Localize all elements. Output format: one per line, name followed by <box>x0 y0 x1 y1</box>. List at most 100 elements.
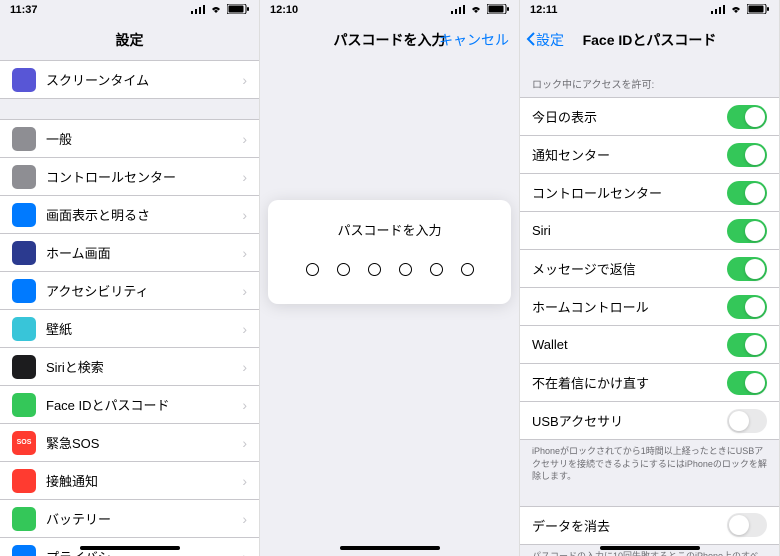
toggle-cell[interactable]: ホームコントロール <box>520 288 779 326</box>
signal-icon <box>191 4 205 17</box>
toggle-switch[interactable] <box>727 333 767 357</box>
cell-icon <box>12 393 36 417</box>
cell-label: バッテリー <box>46 509 242 528</box>
allow-access-list: 今日の表示通知センターコントロールセンター Siri メッセージで返信ホームコントロ… <box>520 97 779 440</box>
erase-toggle[interactable] <box>727 513 767 537</box>
settings-cell[interactable]: Siriと検索› <box>0 348 259 386</box>
signal-icon <box>711 4 725 17</box>
cell-icon <box>12 68 36 92</box>
cell-label: Siriと検索 <box>46 357 242 376</box>
settings-cell[interactable]: コントロールセンター› <box>0 158 259 196</box>
cell-label: コントロールセンター <box>46 167 242 186</box>
status-bar: 12:10 <box>260 0 519 20</box>
cell-label: Siri <box>532 223 727 238</box>
status-bar: 11:37 <box>0 0 259 20</box>
passcode-dot <box>337 263 350 276</box>
cell-icon: SOS <box>12 431 36 455</box>
settings-cell[interactable]: 壁紙› <box>0 310 259 348</box>
cell-label: Face IDとパスコード <box>46 395 242 414</box>
passcode-card: パスコードを入力 <box>268 200 511 304</box>
toggle-switch[interactable] <box>727 143 767 167</box>
chevron-right-icon: › <box>242 245 247 261</box>
nav-bar: 設定 <box>0 20 259 60</box>
cell-icon <box>12 469 36 493</box>
toggle-switch[interactable] <box>727 257 767 281</box>
home-indicator[interactable] <box>340 546 440 550</box>
settings-list[interactable]: スクリーンタイム›一般›コントロールセンター›画面表示と明るさ›ホーム画面›アク… <box>0 60 259 556</box>
cell-icon <box>12 279 36 303</box>
toggle-switch[interactable] <box>727 219 767 243</box>
cell-icon <box>12 165 36 189</box>
faceid-screen: 12:11 設定 Face IDとパスコード ロック中にアクセスを許可: 今日の… <box>520 0 780 556</box>
toggle-switch[interactable] <box>727 181 767 205</box>
nav-title: 設定 <box>116 30 144 50</box>
toggle-cell[interactable]: メッセージで返信 <box>520 250 779 288</box>
settings-cell[interactable]: バッテリー› <box>0 500 259 538</box>
signal-icon <box>451 4 465 17</box>
chevron-right-icon: › <box>242 321 247 337</box>
toggle-cell[interactable]: コントロールセンター <box>520 174 779 212</box>
cell-label: メッセージで返信 <box>532 259 727 278</box>
home-indicator[interactable] <box>600 546 700 550</box>
chevron-right-icon: › <box>242 169 247 185</box>
toggle-switch[interactable] <box>727 371 767 395</box>
settings-cell[interactable]: SOS緊急SOS› <box>0 424 259 462</box>
toggle-switch[interactable] <box>727 105 767 129</box>
home-indicator[interactable] <box>80 546 180 550</box>
chevron-right-icon: › <box>242 131 247 147</box>
cell-label: スクリーンタイム <box>46 70 242 89</box>
toggle-cell[interactable]: 今日の表示 <box>520 98 779 136</box>
nav-title: Face IDとパスコード <box>583 30 717 50</box>
status-time: 11:37 <box>10 4 38 16</box>
toggle-cell[interactable]: USBアクセサリ <box>520 402 779 440</box>
section-header: ロック中にアクセスを許可: <box>520 60 779 97</box>
chevron-left-icon <box>526 31 536 50</box>
cell-label: コントロールセンター <box>532 183 727 202</box>
settings-cell[interactable]: ホーム画面› <box>0 234 259 272</box>
toggle-switch[interactable] <box>727 295 767 319</box>
settings-cell[interactable]: Face IDとパスコード› <box>0 386 259 424</box>
cell-icon <box>12 203 36 227</box>
nav-bar: パスコードを入力 キャンセル <box>260 20 519 60</box>
settings-cell[interactable]: 一般› <box>0 120 259 158</box>
passcode-dot <box>430 263 443 276</box>
back-label: 設定 <box>536 30 564 50</box>
cell-label: Wallet <box>532 337 727 352</box>
cell-label: USBアクセサリ <box>532 411 727 430</box>
status-time: 12:10 <box>270 4 298 16</box>
cell-label: データを消去 <box>532 516 727 535</box>
battery-icon <box>487 4 509 17</box>
battery-icon <box>747 4 769 17</box>
status-bar: 12:11 <box>520 0 779 20</box>
settings-cell[interactable]: アクセシビリティ› <box>0 272 259 310</box>
toggle-cell[interactable]: 通知センター <box>520 136 779 174</box>
cell-icon <box>12 127 36 151</box>
settings-cell[interactable]: 画面表示と明るさ› <box>0 196 259 234</box>
wifi-icon <box>729 4 743 17</box>
cell-icon <box>12 355 36 379</box>
passcode-dot <box>368 263 381 276</box>
status-time: 12:11 <box>530 4 558 16</box>
cell-icon <box>12 241 36 265</box>
chevron-right-icon: › <box>242 72 247 88</box>
chevron-right-icon: › <box>242 473 247 489</box>
settings-screen: 11:37 設定 スクリーンタイム›一般›コントロールセンター›画面表示と明るさ… <box>0 0 260 556</box>
toggle-switch[interactable] <box>727 409 767 433</box>
passcode-prompt: パスコードを入力 <box>268 220 511 239</box>
cell-label: 一般 <box>46 129 242 148</box>
toggle-cell[interactable]: 不在着信にかけ直す <box>520 364 779 402</box>
wifi-icon <box>469 4 483 17</box>
usb-footer: iPhoneがロックされてから1時間以上経ったときにUSBアクセサリを接続できる… <box>520 440 779 488</box>
toggle-cell[interactable]: Siri <box>520 212 779 250</box>
nav-bar: 設定 Face IDとパスコード <box>520 20 779 60</box>
back-button[interactable]: 設定 <box>526 30 564 50</box>
cell-label: 緊急SOS <box>46 433 242 452</box>
cell-label: 接触通知 <box>46 471 242 490</box>
settings-cell[interactable]: 接触通知› <box>0 462 259 500</box>
erase-data-cell[interactable]: データを消去 <box>520 507 779 545</box>
passcode-dot <box>399 263 412 276</box>
settings-cell[interactable]: スクリーンタイム› <box>0 61 259 99</box>
toggle-cell[interactable]: Wallet <box>520 326 779 364</box>
nav-title: パスコードを入力 <box>334 30 446 50</box>
cancel-button[interactable]: キャンセル <box>439 30 509 50</box>
